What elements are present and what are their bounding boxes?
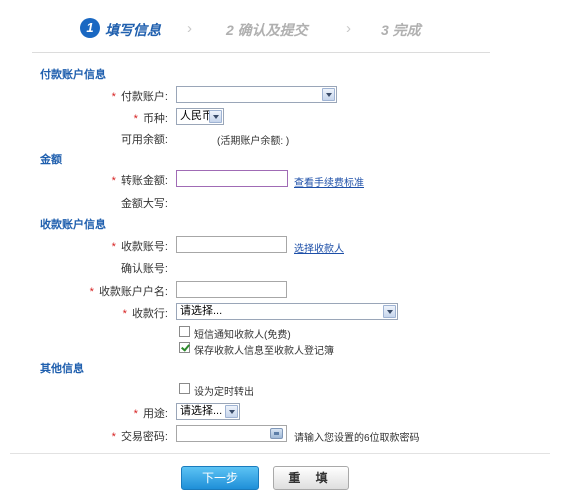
payee-account-input[interactable] <box>176 236 287 253</box>
sms-notify-checkbox[interactable] <box>179 326 190 337</box>
step-1-label: 填写信息 <box>105 22 161 38</box>
next-button[interactable]: 下一步 <box>181 466 259 490</box>
keyboard-icon[interactable] <box>270 428 283 439</box>
chevron-down-icon <box>225 405 238 418</box>
payer-account-label: * 付款账户: <box>111 91 168 103</box>
save-payee-checkbox[interactable] <box>179 342 190 353</box>
step-separator-icon: › <box>187 20 192 37</box>
chevron-down-icon <box>383 305 396 318</box>
password-hint: 请输入您设置的6位取款密码 <box>294 433 420 444</box>
step-1-number-icon: 1 <box>80 18 100 38</box>
purpose-label: * 用途: <box>133 408 168 420</box>
fee-standard-link[interactable]: 查看手续费标准 <box>294 174 364 189</box>
step-2-label: 2 确认及提交 <box>226 22 308 38</box>
section-title-payer: 付款账户信息 <box>40 69 106 81</box>
chevron-down-icon <box>322 88 335 101</box>
sms-notify-label: 短信通知收款人(免费) <box>194 330 291 341</box>
payee-bank-select[interactable]: 请选择... <box>176 303 398 320</box>
payee-name-label: * 收款账户户名: <box>89 286 168 298</box>
transfer-amount-input[interactable] <box>176 170 288 187</box>
confirm-account-label: 确认账号: <box>120 263 168 275</box>
balance-label: 可用余额: <box>120 134 168 146</box>
balance-note: (活期账户余额: ) <box>217 136 290 147</box>
scheduled-checkbox[interactable] <box>179 383 190 394</box>
amount-uppercase-label: 金额大写: <box>120 198 168 210</box>
footer-divider <box>10 453 550 454</box>
password-label: * 交易密码: <box>111 431 168 443</box>
chevron-down-icon <box>209 110 222 123</box>
currency-select[interactable]: 人民币 <box>176 108 224 125</box>
section-title-other: 其他信息 <box>40 363 84 375</box>
payer-account-select[interactable] <box>176 86 337 103</box>
transfer-amount-label: * 转账金额: <box>111 175 168 187</box>
payee-bank-label: * 收款行: <box>122 308 168 320</box>
currency-label: * 币种: <box>133 113 168 125</box>
step-indicator: 1 填写信息 › 2 确认及提交 › 3 完成 <box>80 18 500 42</box>
purpose-select[interactable]: 请选择... <box>176 403 240 420</box>
password-input[interactable] <box>176 425 287 442</box>
steps-divider <box>32 52 490 53</box>
payee-account-label: * 收款账号: <box>111 241 168 253</box>
scheduled-label: 设为定时转出 <box>194 387 254 398</box>
step-separator-icon: › <box>346 20 351 37</box>
save-payee-label: 保存收款人信息至收款人登记簿 <box>194 346 334 357</box>
step-3-label: 3 完成 <box>381 22 421 38</box>
reset-button[interactable]: 重 填 <box>273 466 349 490</box>
section-title-amount: 金额 <box>40 154 62 166</box>
payee-name-input[interactable] <box>176 281 287 298</box>
select-payee-link[interactable]: 选择收款人 <box>294 240 344 255</box>
section-title-payee: 收款账户信息 <box>40 219 106 231</box>
